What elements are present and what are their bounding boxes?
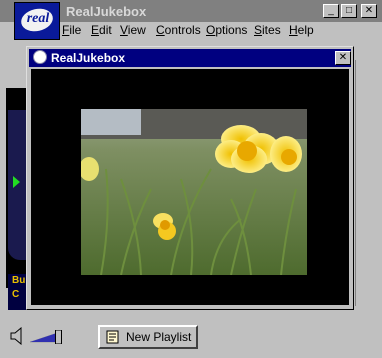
new-playlist-label: New Playlist [126, 330, 192, 344]
menu-edit[interactable]: Edit [91, 23, 112, 37]
speaker-icon[interactable] [10, 327, 26, 345]
minimize-button[interactable]: _ [323, 4, 339, 18]
menu-view[interactable]: View [120, 23, 146, 37]
video-display[interactable] [31, 69, 349, 305]
menu-controls[interactable]: Controls [156, 23, 201, 37]
right-panel [355, 60, 380, 320]
video-window-title: RealJukebox [51, 51, 126, 65]
video-titlebar[interactable]: RealJukebox ✕ [29, 49, 351, 67]
volume-thumb[interactable] [55, 330, 62, 344]
close-button[interactable]: ✕ [361, 4, 377, 18]
video-close-button[interactable]: ✕ [335, 51, 351, 65]
playlist-icon [106, 330, 119, 344]
sky [81, 109, 141, 135]
video-window: RealJukebox ✕ [26, 46, 354, 310]
menu-file[interactable]: File [62, 23, 81, 37]
menu-help[interactable]: Help [289, 23, 314, 37]
maximize-button[interactable]: □ [341, 4, 357, 18]
new-playlist-button[interactable]: New Playlist [98, 325, 198, 349]
menu-sites[interactable]: Sites [254, 23, 281, 37]
volume-slider[interactable] [30, 330, 68, 344]
video-frame [81, 109, 307, 275]
real-logo-icon[interactable]: real [14, 2, 60, 40]
menu-options[interactable]: Options [206, 23, 247, 37]
promo-banner[interactable]: Bu C [8, 274, 28, 310]
play-arrow-icon[interactable] [13, 176, 20, 188]
logo-text: real [26, 11, 50, 26]
real-logo-icon [33, 50, 47, 64]
app-title: RealJukebox [66, 4, 147, 19]
